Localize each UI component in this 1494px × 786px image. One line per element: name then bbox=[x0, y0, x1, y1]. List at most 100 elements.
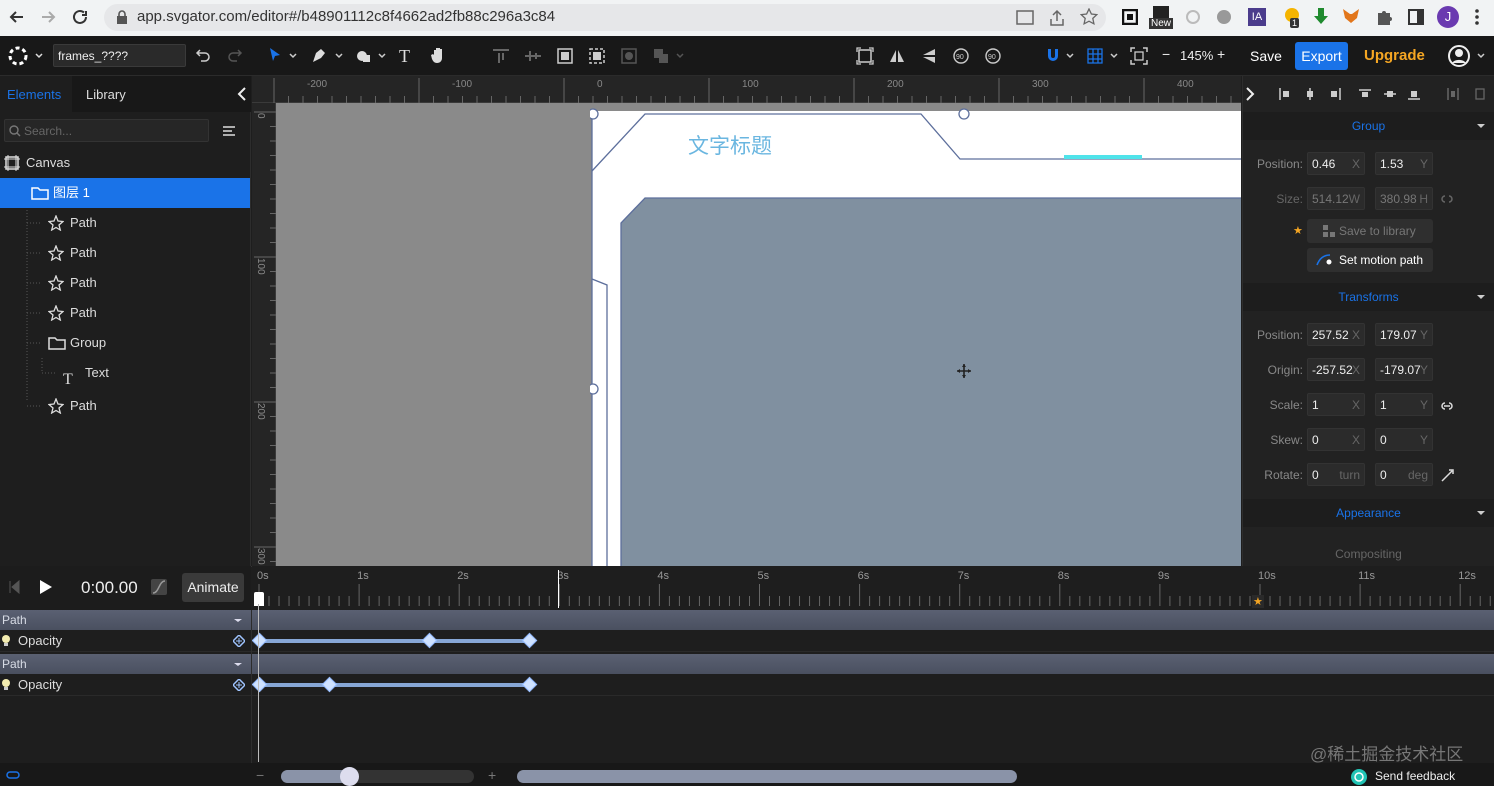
magnet-snap-icon[interactable] bbox=[1044, 47, 1078, 65]
extension-new-icon[interactable]: New bbox=[1149, 6, 1174, 30]
origin-y-field[interactable]: -179.07 Y bbox=[1375, 358, 1433, 381]
extension-ia-icon[interactable]: IA bbox=[1248, 8, 1266, 26]
zoom-out-timeline-button[interactable]: − bbox=[256, 767, 264, 783]
align-left-icon[interactable] bbox=[1278, 87, 1292, 101]
artboard[interactable] bbox=[590, 103, 1241, 566]
user-account-icon[interactable] bbox=[1447, 44, 1487, 68]
skip-start-icon[interactable] bbox=[8, 580, 20, 594]
mask-icon[interactable] bbox=[620, 47, 638, 65]
artboard-title-text[interactable]: 文字标题 bbox=[688, 130, 772, 160]
loop-marker-star-icon[interactable]: ★ bbox=[1252, 595, 1264, 608]
sidebar-toggle-icon[interactable] bbox=[1408, 9, 1424, 25]
keyframe[interactable] bbox=[321, 676, 338, 693]
redo-icon[interactable] bbox=[227, 47, 243, 63]
list-options-icon[interactable] bbox=[222, 125, 236, 137]
feedback-icon[interactable] bbox=[1350, 768, 1368, 786]
link-proportions-icon[interactable] bbox=[1440, 192, 1454, 206]
align-hcenter-icon[interactable] bbox=[1303, 87, 1317, 101]
current-time[interactable]: 0:00.00 bbox=[81, 578, 138, 598]
chevron-down-icon[interactable] bbox=[232, 654, 244, 674]
link-icon[interactable] bbox=[6, 770, 20, 780]
add-keyframe-icon[interactable] bbox=[233, 679, 245, 691]
bulb-icon[interactable] bbox=[1, 634, 11, 648]
collapse-panel-icon[interactable] bbox=[237, 86, 247, 102]
chevron-down-icon[interactable] bbox=[1476, 293, 1486, 301]
boolean-icon[interactable] bbox=[652, 47, 686, 65]
timeline-scrollbar[interactable] bbox=[517, 770, 1017, 783]
add-keyframe-icon[interactable] bbox=[233, 635, 245, 647]
origin-x-field[interactable]: -257.52 X bbox=[1307, 358, 1365, 381]
keyframe[interactable] bbox=[521, 632, 538, 649]
chevron-down-icon[interactable] bbox=[1476, 509, 1486, 517]
playhead-handle[interactable] bbox=[254, 592, 264, 606]
group-icon[interactable] bbox=[556, 47, 574, 65]
align-top-edge-icon[interactable] bbox=[1358, 87, 1372, 101]
tab-elements[interactable]: Elements bbox=[7, 87, 61, 102]
align-center-icon[interactable] bbox=[524, 47, 542, 65]
browser-menu-icon[interactable] bbox=[1474, 8, 1480, 26]
rotate-left-90-icon[interactable]: 90 bbox=[952, 47, 970, 65]
puzzle-icon[interactable] bbox=[1376, 8, 1394, 26]
align-top-icon[interactable] bbox=[492, 47, 510, 65]
ungroup-icon[interactable] bbox=[588, 47, 606, 65]
scale-x-field[interactable]: 1X bbox=[1307, 393, 1365, 416]
reload-icon[interactable] bbox=[71, 8, 89, 26]
zoom-in-timeline-button[interactable]: + bbox=[488, 767, 496, 783]
send-feedback-link[interactable]: Send feedback bbox=[1375, 769, 1455, 783]
link-scale-icon[interactable] bbox=[1440, 399, 1454, 413]
export-button[interactable]: Export bbox=[1295, 42, 1348, 70]
align-bottom-icon[interactable] bbox=[1407, 87, 1421, 101]
track-property-row[interactable]: Opacity bbox=[0, 630, 1494, 652]
save-button[interactable]: Save bbox=[1250, 43, 1286, 69]
flip-vertical-icon[interactable] bbox=[920, 47, 938, 65]
upgrade-button[interactable]: Upgrade bbox=[1364, 43, 1425, 69]
track-property-row[interactable]: Opacity bbox=[0, 674, 1494, 696]
grid-icon[interactable] bbox=[1086, 47, 1120, 65]
text-tool-icon[interactable]: T bbox=[399, 46, 410, 67]
fit-artboard-icon[interactable] bbox=[856, 47, 874, 65]
zoom-level[interactable]: 145% bbox=[1180, 48, 1213, 63]
expand-panel-icon[interactable] bbox=[1245, 86, 1255, 102]
skew-x-field[interactable]: 0X bbox=[1307, 428, 1365, 451]
play-icon[interactable] bbox=[39, 579, 53, 595]
select-arrow-icon[interactable] bbox=[268, 47, 298, 65]
track-header[interactable]: Path bbox=[0, 654, 1494, 674]
tab-library[interactable]: Library bbox=[86, 87, 126, 102]
skew-y-field[interactable]: 0Y bbox=[1375, 428, 1433, 451]
easing-icon[interactable] bbox=[151, 579, 167, 595]
animate-button[interactable]: Animate bbox=[182, 573, 244, 602]
section-group[interactable]: Group bbox=[1243, 112, 1494, 140]
size-height-field[interactable]: 380.98 H bbox=[1375, 187, 1433, 210]
section-appearance[interactable]: Appearance bbox=[1243, 499, 1494, 527]
extension-coin-icon[interactable]: 1 bbox=[1283, 7, 1301, 28]
rotate-right-90-icon[interactable]: 90 bbox=[984, 47, 1002, 65]
align-right-icon[interactable] bbox=[1328, 87, 1342, 101]
timeline-zoom-thumb[interactable] bbox=[340, 767, 359, 786]
svgator-logo-icon[interactable] bbox=[8, 46, 44, 66]
group-position-x[interactable]: 0.46 X bbox=[1307, 152, 1365, 175]
rotate-deg-field[interactable]: 0 deg bbox=[1375, 463, 1433, 486]
distribute-icon[interactable] bbox=[1446, 87, 1460, 101]
flip-horizontal-icon[interactable] bbox=[888, 47, 906, 65]
size-width-field[interactable]: 514.12 W bbox=[1307, 187, 1365, 210]
shapes-tool-icon[interactable] bbox=[355, 47, 389, 65]
back-icon[interactable] bbox=[8, 8, 26, 26]
extension-globe-icon[interactable] bbox=[1216, 9, 1232, 25]
profile-avatar[interactable]: J bbox=[1437, 6, 1459, 28]
zoom-in-button[interactable]: + bbox=[1217, 46, 1225, 62]
section-compositing[interactable]: Compositing bbox=[1243, 545, 1494, 566]
share-icon[interactable] bbox=[1048, 9, 1066, 27]
transform-position-y[interactable]: 179.07 Y bbox=[1375, 323, 1433, 346]
forward-icon[interactable] bbox=[39, 8, 57, 26]
section-transforms[interactable]: Transforms bbox=[1243, 283, 1494, 311]
distribute-2-icon[interactable] bbox=[1473, 87, 1487, 101]
translate-icon[interactable] bbox=[1016, 9, 1034, 27]
download-arrow-icon[interactable] bbox=[1313, 7, 1329, 25]
rotate-turn-field[interactable]: 0 turn bbox=[1307, 463, 1365, 486]
bulb-icon[interactable] bbox=[1, 678, 11, 692]
keyframe[interactable] bbox=[521, 676, 538, 693]
scale-y-field[interactable]: 1Y bbox=[1375, 393, 1433, 416]
keyframe[interactable] bbox=[251, 632, 268, 649]
bookmark-star-icon[interactable] bbox=[1080, 8, 1098, 26]
keyframe[interactable] bbox=[251, 676, 268, 693]
